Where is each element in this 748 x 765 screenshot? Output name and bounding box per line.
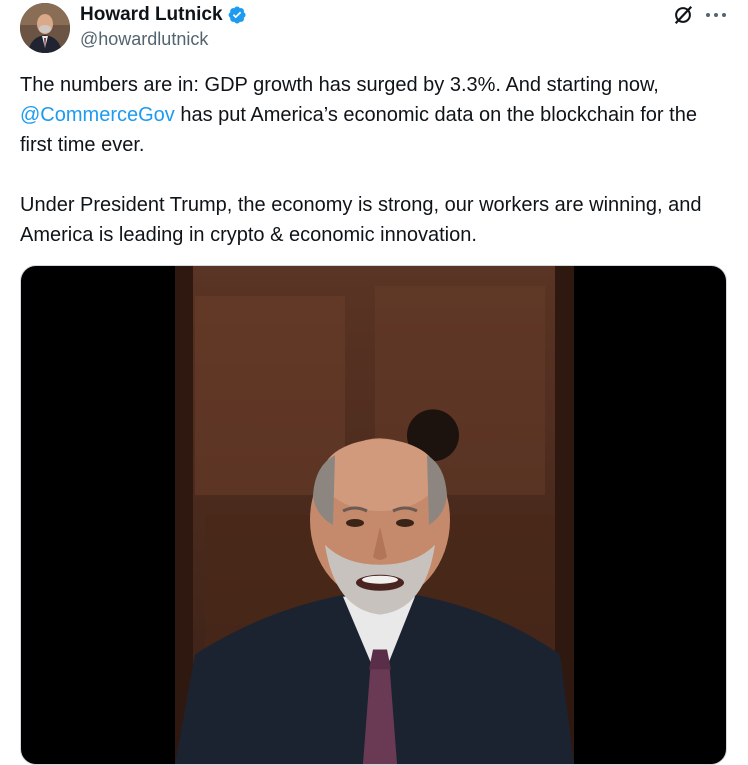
grok-icon[interactable] [672,4,694,26]
author-handle[interactable]: @howardlutnick [80,29,208,50]
author-avatar[interactable] [20,3,70,53]
tweet-text: The numbers are in: GDP growth has surge… [20,70,732,250]
more-options-icon[interactable] [704,4,728,26]
mention-link-commercegov[interactable]: @CommerceGov [20,104,175,126]
person-avatar-icon [20,3,70,53]
tweet-media-video[interactable] [20,265,727,765]
author-display-name[interactable]: Howard Lutnick [80,4,223,26]
tweet-text-part1: The numbers are in: GDP growth has surge… [20,74,665,96]
video-still-speaker-icon [175,266,574,764]
verified-badge-icon[interactable] [227,5,247,25]
author-name-row: Howard Lutnick [80,4,247,26]
